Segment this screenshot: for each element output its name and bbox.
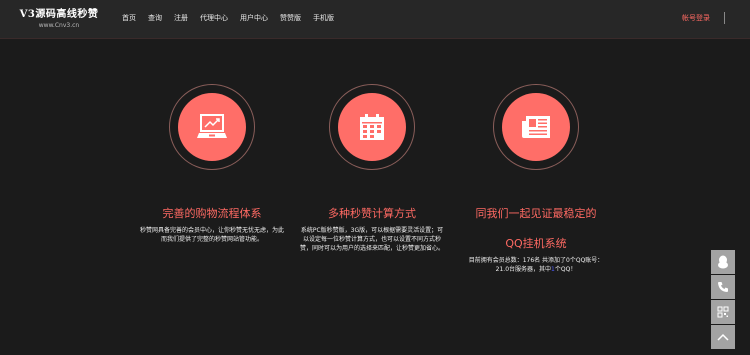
- nav-item-like-version[interactable]: 赞赞版: [280, 13, 301, 23]
- chevron-up-icon: [717, 333, 729, 341]
- site-logo[interactable]: V3源码高线秒赞 www.Cnv3.cn: [18, 9, 100, 30]
- feature-ring: [329, 84, 415, 170]
- feature-description: 秒赞网具备完善的会员中心，让你秒赞无忧无虑，为此而我们提供了完整的秒赞网站管功能…: [139, 227, 284, 243]
- phone-icon: [718, 282, 728, 292]
- laptop-chart-icon: [197, 114, 227, 138]
- feature-ring: [169, 84, 255, 170]
- login-link[interactable]: 帐号登录: [682, 13, 710, 23]
- logo-subtitle: www.Cnv3.cn: [38, 22, 80, 29]
- stats-prefix: 目前拥有会员总数：176名 共添加了0个QQ账号：21.0台服务器，其中: [468, 257, 604, 273]
- feature-ring: [493, 84, 579, 170]
- newspaper-icon: [522, 116, 550, 138]
- nav-item-user-center[interactable]: 用户中心: [240, 13, 268, 23]
- nav-item-register[interactable]: 注册: [174, 13, 188, 23]
- qrcode-icon: [717, 306, 729, 318]
- feature-shopping: 完善的购物流程体系 秒赞网具备完善的会员中心，让你秒赞无忧无虑，为此而我们提供了…: [127, 84, 297, 244]
- feature-description: 系统PC版秒赞版，3G版，可以根据需要灵活设置；可以设定每一位秒赞计算方式，也可…: [299, 227, 444, 252]
- nav-item-home[interactable]: 首页: [122, 13, 136, 23]
- logo-title: V3源码高线秒赞: [19, 9, 99, 20]
- feature-title: 完善的购物流程体系: [162, 207, 262, 220]
- qrcode-button[interactable]: [711, 300, 735, 324]
- feature-circle: [502, 93, 570, 161]
- nav-item-agent-center[interactable]: 代理中心: [200, 13, 228, 23]
- main-nav: 首页 查询 注册 代理中心 用户中心 赞赞版 手机版: [122, 13, 346, 23]
- feature-title: 同我们一起见证最稳定的 QQ挂机系统: [451, 206, 621, 252]
- feature-title-line2: QQ挂机系统: [505, 237, 567, 250]
- back-to-top-button[interactable]: [711, 325, 735, 349]
- nav-item-mobile[interactable]: 手机版: [313, 13, 334, 23]
- stats-suffix: 个QQ！: [554, 266, 577, 273]
- feature-title: 多种秒赞计算方式: [328, 207, 416, 220]
- feature-title-line1: 同我们一起见证最稳定的: [475, 207, 597, 220]
- qq-penguin-icon: [718, 255, 728, 269]
- nav-item-query[interactable]: 查询: [148, 13, 162, 23]
- feature-stability: 同我们一起见证最稳定的 QQ挂机系统 目前拥有会员总数：176名 共添加了0个Q…: [451, 84, 621, 274]
- feature-stats: 目前拥有会员总数：176名 共添加了0个QQ账号：21.0台服务器，其中1个QQ…: [451, 256, 621, 274]
- calendar-icon: [360, 114, 384, 140]
- feature-circle: [178, 93, 246, 161]
- feature-circle: [338, 93, 406, 161]
- header-divider: [724, 12, 725, 24]
- qq-contact-button[interactable]: [711, 250, 735, 274]
- feature-calculation: 多种秒赞计算方式 系统PC版秒赞版，3G版，可以根据需要灵活设置；可以设定每一位…: [287, 84, 457, 253]
- phone-contact-button[interactable]: [711, 275, 735, 299]
- top-header: V3源码高线秒赞 www.Cnv3.cn 首页 查询 注册 代理中心 用户中心 …: [0, 0, 750, 39]
- side-float-buttons: [711, 250, 735, 350]
